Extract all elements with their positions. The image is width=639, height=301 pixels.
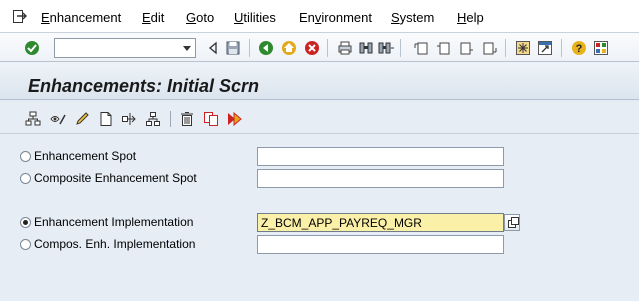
composite-enhancement-spot-input[interactable] <box>258 170 503 187</box>
hierarchy-icon[interactable] <box>145 111 161 127</box>
application-toolbar <box>0 102 639 134</box>
display-change-icon[interactable] <box>50 111 66 127</box>
activate-icon[interactable] <box>227 111 243 127</box>
menu-bar: Enhancement Edit Goto Utilities Environm… <box>0 0 639 33</box>
menu-environment-label-a: En <box>299 10 315 25</box>
save-icon[interactable] <box>225 40 241 56</box>
window-menu-icon[interactable] <box>13 10 27 23</box>
back-nav-icon[interactable] <box>205 40 221 56</box>
radio-enhancement-implementation[interactable] <box>20 217 31 228</box>
find-icon[interactable] <box>358 40 374 56</box>
toolbar-separator <box>249 39 250 57</box>
value-help-icon[interactable] <box>504 214 520 231</box>
copy-icon[interactable] <box>203 111 219 127</box>
menu-environment-label-b: ironment <box>321 10 372 25</box>
enhancement-spot-field[interactable] <box>257 147 504 166</box>
chevron-down-icon[interactable] <box>183 46 191 51</box>
menu-goto-label: oto <box>196 10 215 25</box>
menu-help-accel: H <box>457 10 467 25</box>
menu-system-accel: S <box>391 10 400 25</box>
menu-enhancement-label: nhancement <box>49 10 122 25</box>
create-session-icon[interactable] <box>515 40 531 56</box>
menu-goto-accel: G <box>186 10 197 25</box>
menu-goto[interactable]: Goto <box>186 10 214 25</box>
where-used-icon[interactable] <box>121 111 137 127</box>
selection-form: Enhancement Spot Composite Enhancement S… <box>0 134 639 301</box>
menu-edit-label: dit <box>150 10 165 25</box>
menu-utilities-label: tilities <box>243 10 276 25</box>
object-list-icon[interactable] <box>25 111 41 127</box>
edit-pencil-icon[interactable] <box>74 111 90 127</box>
standard-toolbar: ? <box>0 33 639 62</box>
radio-enhancement-spot[interactable] <box>20 151 31 162</box>
toolbar-separator <box>505 39 506 57</box>
next-page-icon[interactable] <box>458 40 474 56</box>
menu-edit-accel: E <box>142 10 151 25</box>
enhancement-implementation-input[interactable] <box>258 214 503 231</box>
menu-utilities[interactable]: Utilities <box>234 10 276 25</box>
menu-edit[interactable]: Edit <box>142 10 164 25</box>
layout-menu-icon[interactable] <box>593 40 609 56</box>
back-icon[interactable] <box>258 40 274 56</box>
find-next-icon[interactable] <box>378 40 394 56</box>
label-enhancement-spot: Enhancement Spot <box>34 149 137 163</box>
composite-enh-implementation-field[interactable] <box>257 235 504 254</box>
label-composite-enh-implementation: Compos. Enh. Implementation <box>34 237 196 251</box>
print-icon[interactable] <box>337 40 353 56</box>
menu-environment[interactable]: Environment <box>299 10 372 25</box>
menu-enhancement-accel: E <box>41 10 50 25</box>
first-page-icon[interactable] <box>414 40 430 56</box>
menu-system[interactable]: System <box>391 10 434 25</box>
help-icon[interactable]: ? <box>571 40 587 56</box>
page-title: Enhancements: Initial Scrn <box>28 76 260 96</box>
svg-text:?: ? <box>576 43 583 55</box>
toolbar-separator <box>327 39 328 57</box>
menu-system-label: ystem <box>399 10 435 25</box>
enhancement-implementation-field[interactable] <box>257 213 504 232</box>
toolbar-separator <box>170 111 171 127</box>
radio-composite-enh-implementation[interactable] <box>20 239 31 250</box>
exit-icon[interactable] <box>281 40 297 56</box>
menu-help[interactable]: Help <box>457 10 484 25</box>
toolbar-separator <box>400 39 401 57</box>
shortcut-icon[interactable] <box>537 40 553 56</box>
composite-enhancement-spot-field[interactable] <box>257 169 504 188</box>
menu-utilities-accel: U <box>234 10 244 25</box>
label-composite-enhancement-spot: Composite Enhancement Spot <box>34 171 197 185</box>
delete-icon[interactable] <box>179 111 195 127</box>
menu-enhancement[interactable]: Enhancement <box>41 10 121 25</box>
command-input[interactable] <box>55 39 175 57</box>
title-bar: Enhancements: Initial Scrn <box>0 62 639 100</box>
cancel-icon[interactable] <box>304 40 320 56</box>
enhancement-spot-input[interactable] <box>258 148 503 165</box>
radio-composite-enhancement-spot[interactable] <box>20 173 31 184</box>
command-field[interactable] <box>54 38 196 58</box>
enter-checkmark-icon[interactable] <box>24 40 40 56</box>
create-icon[interactable] <box>98 111 114 127</box>
composite-enh-implementation-input[interactable] <box>258 236 503 253</box>
previous-page-icon[interactable] <box>436 40 452 56</box>
last-page-icon[interactable] <box>481 40 497 56</box>
menu-help-label: elp <box>466 10 484 25</box>
toolbar-separator <box>561 39 562 57</box>
label-enhancement-implementation: Enhancement Implementation <box>34 215 194 229</box>
